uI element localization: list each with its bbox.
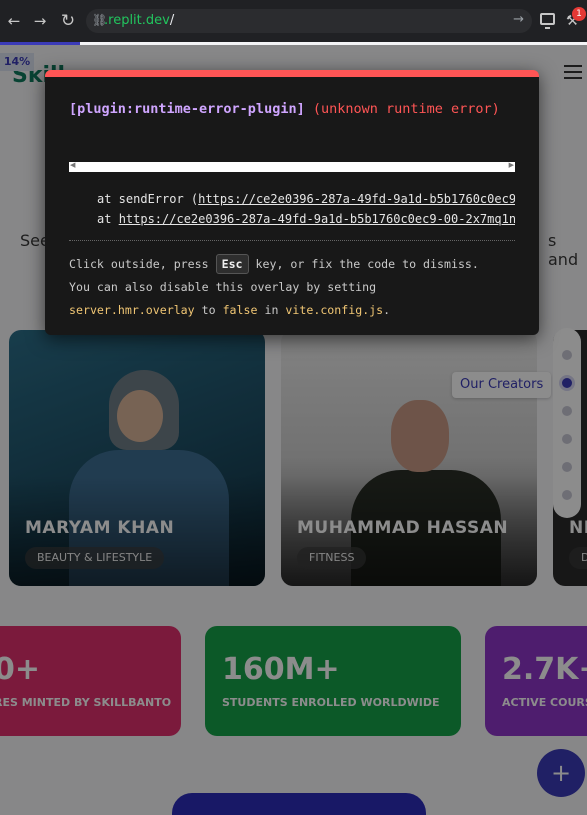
url-text: .replit.dev/ bbox=[104, 13, 175, 28]
error-overlay: [plugin:runtime-error-plugin] (unknown r… bbox=[45, 70, 539, 335]
error-plugin: [plugin:runtime-error-plugin] bbox=[69, 101, 305, 117]
stack-link[interactable]: https://ce2e0396-287a-49fd-9a1d-b5b1760c… bbox=[198, 192, 515, 206]
stack-link[interactable]: https://ce2e0396-287a-49fd-9a1d-b5b1760c… bbox=[119, 212, 515, 226]
error-title: [plugin:runtime-error-plugin] (unknown r… bbox=[69, 99, 515, 119]
error-message: (unknown runtime error) bbox=[312, 101, 500, 117]
address-bar[interactable]: ⛓ .replit.dev/ → bbox=[86, 9, 532, 33]
stack-line: at https://ce2e0396-287a-49fd-9a1d-b5b17… bbox=[69, 209, 515, 229]
reload-icon[interactable]: ↻ bbox=[58, 11, 78, 31]
browser-toolbar: ← → ↻ ⛓ .replit.dev/ → ⚒ 1 bbox=[0, 0, 587, 42]
go-arrow-icon[interactable]: → bbox=[513, 12, 524, 27]
esc-key: Esc bbox=[215, 254, 249, 274]
back-icon[interactable]: ← bbox=[4, 11, 24, 31]
stack-trace: at sendError (https://ce2e0396-287a-49fd… bbox=[69, 189, 515, 229]
horizontal-scrollbar[interactable]: ◀ ▶ bbox=[69, 161, 515, 172]
extension-badge: 1 bbox=[572, 7, 586, 21]
stack-line: at sendError (https://ce2e0396-287a-49fd… bbox=[69, 189, 515, 209]
scroll-left-icon[interactable]: ◀ bbox=[70, 161, 75, 169]
scroll-right-icon[interactable]: ▶ bbox=[509, 161, 514, 169]
divider bbox=[69, 240, 515, 241]
forward-icon[interactable]: → bbox=[30, 11, 50, 31]
config-value: false bbox=[222, 303, 258, 317]
cast-icon[interactable] bbox=[540, 13, 555, 29]
config-file: vite.config.js bbox=[285, 303, 384, 317]
config-option: server.hmr.overlay bbox=[69, 303, 195, 317]
dismiss-tip: Click outside, press Esc key, or fix the… bbox=[69, 253, 515, 322]
